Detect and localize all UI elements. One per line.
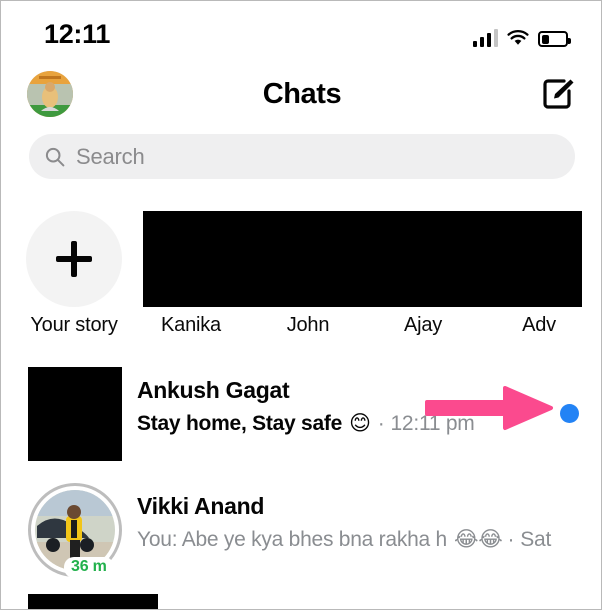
compose-icon[interactable] — [539, 75, 577, 113]
add-story-circle[interactable] — [26, 211, 122, 307]
battery-icon — [538, 31, 571, 47]
story-label: Ajay — [403, 314, 443, 336]
story-label: Your story — [30, 314, 118, 336]
status-badge — [560, 404, 579, 423]
laughing-emoji: 😂😂 — [453, 526, 503, 551]
chat-preview-text: You: Abe ye kya bhes bna rakha h — [137, 527, 447, 551]
status-bar: 12:11 — [1, 1, 601, 63]
wifi-icon — [507, 29, 529, 47]
table-row[interactable] — [1, 588, 601, 609]
status-bar-time: 12:11 — [44, 19, 111, 49]
chat-timestamp: Sat — [520, 527, 552, 551]
story-time-badge: 36 m — [64, 557, 114, 578]
search-icon — [45, 147, 65, 167]
story-your-story[interactable]: Your story — [15, 206, 133, 337]
chat-row-text: Ankush Gagat Stay home, Stay safe 😊 · 12:11… — [137, 376, 583, 437]
chat-name: Vikki Anand — [137, 493, 265, 519]
story-item-john[interactable]: John — [249, 206, 367, 337]
phone-screen: 12:11 Chats Search Your story Kanika Joh… — [0, 0, 602, 610]
chat-timestamp: 12:11 pm — [390, 411, 475, 435]
story-item-adv[interactable]: Adv — [480, 206, 598, 337]
preview-separator: · — [507, 527, 515, 551]
preview-separator: · — [377, 411, 385, 435]
plus-icon — [56, 241, 92, 277]
chat-list: Ankush Gagat Stay home, Stay safe 😊 · 12:11… — [1, 356, 601, 609]
story-item-ajay[interactable]: Ajay — [364, 206, 482, 337]
table-row[interactable]: Ankush Gagat Stay home, Stay safe 😊 · 12:11… — [1, 356, 601, 472]
status-bar-icons — [472, 23, 571, 47]
story-item-kanika[interactable]: Kanika — [132, 206, 250, 337]
cellular-signal-icon — [472, 29, 498, 47]
avatar[interactable] — [28, 594, 158, 609]
table-row[interactable]: 36 m Vikki Anand You: Abe ye kya bhes bn… — [1, 472, 601, 588]
story-label: Kanika — [161, 314, 221, 336]
stories-row: Your story Kanika John Ajay Adv — [1, 206, 601, 337]
chat-name: Ankush Gagat — [137, 377, 290, 403]
story-label: Adv — [522, 314, 556, 336]
chat-preview-text: Stay home, Stay safe — [137, 411, 343, 435]
navigation-bar: Chats — [1, 63, 601, 135]
smile-emoji: 😊 — [349, 410, 371, 435]
story-label: John — [286, 314, 330, 336]
chat-preview: Stay home, Stay safe 😊 · 12:11 pm — [137, 410, 583, 437]
avatar[interactable]: 36 m — [28, 483, 122, 578]
search-input[interactable]: Search — [29, 134, 575, 179]
avatar[interactable] — [28, 367, 122, 461]
page-title: Chats — [262, 78, 342, 110]
search-placeholder: Search — [76, 143, 145, 169]
chat-preview: You: Abe ye kya bhes bna rakha h 😂😂 · Sat — [137, 526, 583, 553]
chat-row-text: Vikki Anand You: Abe ye kya bhes bna rak… — [137, 492, 583, 553]
